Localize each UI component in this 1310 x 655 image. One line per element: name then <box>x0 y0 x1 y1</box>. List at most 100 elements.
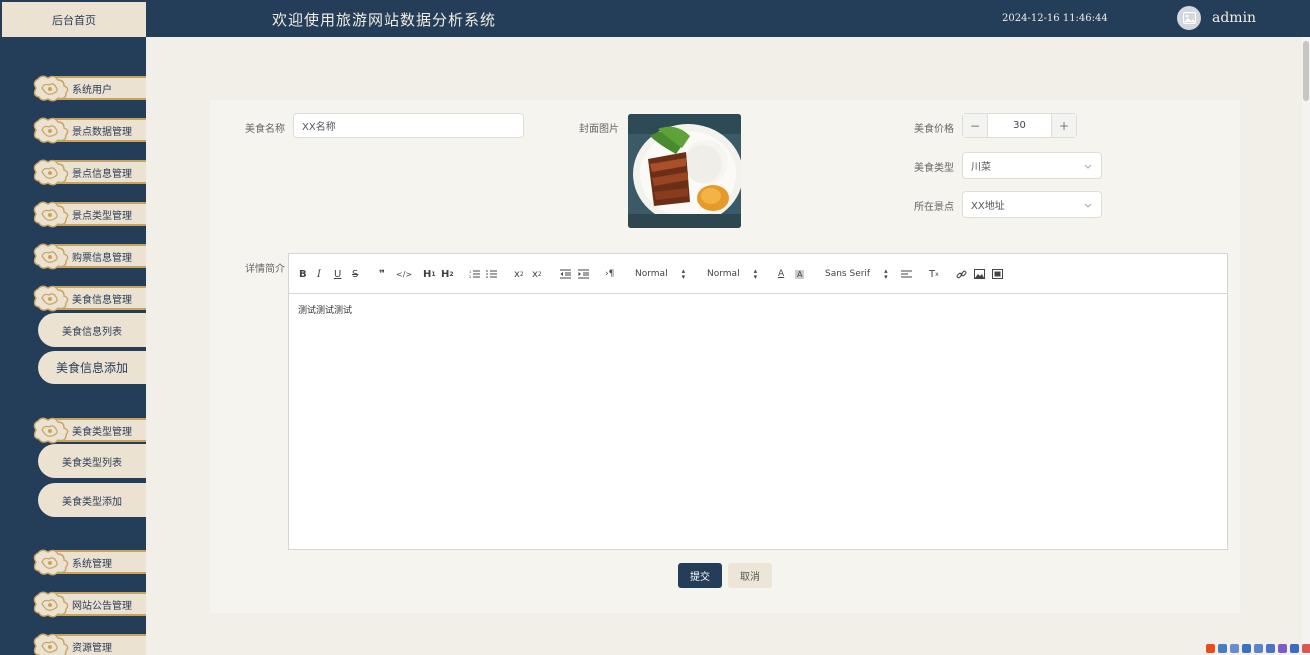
svg-text:2: 2 <box>469 275 471 279</box>
ime-icon[interactable] <box>1206 644 1215 653</box>
cloud-ornament-icon <box>33 285 69 312</box>
food-photo <box>628 114 741 228</box>
spot-select[interactable]: XX地址 <box>962 191 1102 218</box>
avatar[interactable] <box>1177 6 1201 30</box>
sidebar-item-food-info[interactable]: 美食信息管理 <box>30 282 146 314</box>
code-icon[interactable]: </> <box>396 267 412 281</box>
sidebar-item-ticket-info[interactable]: 购票信息管理 <box>30 240 146 272</box>
system-tray <box>1206 642 1310 655</box>
menu-icon[interactable] <box>1266 644 1275 653</box>
editor-content[interactable]: 测试测试测试 <box>289 294 1227 325</box>
sidebar-item-label: 系统用户 <box>72 84 112 96</box>
increase-button[interactable]: + <box>1051 114 1076 137</box>
sidebar-item-notice-manage[interactable]: 网站公告管理 <box>30 588 146 620</box>
sidebar: 系统用户景点数据管理景点信息管理景点类型管理购票信息管理美食信息管理美食类型管理… <box>0 37 146 655</box>
top-header: 后台首页 欢迎使用旅游网站数据分析系统 2024-12-16 11:46:44 … <box>0 0 1310 37</box>
punct-icon[interactable] <box>1230 644 1239 653</box>
sidebar-item-label: 资源管理 <box>72 642 112 654</box>
page-scrollbar[interactable] <box>1302 37 1310 655</box>
type-value: 川菜 <box>971 162 991 173</box>
submit-button[interactable]: 提交 <box>678 563 722 588</box>
cloud-ornament-icon <box>33 75 69 102</box>
type-label: 美食类型 <box>914 163 954 174</box>
lang-icon[interactable] <box>1218 644 1227 653</box>
mic-icon[interactable] <box>1242 644 1251 653</box>
font-select[interactable]: Sans Serif ▴ ▾ <box>825 267 888 281</box>
username[interactable]: admin <box>1212 10 1256 26</box>
type-select[interactable]: 川菜 <box>962 152 1102 179</box>
cover-image[interactable] <box>628 114 741 228</box>
sidebar-item-food-type[interactable]: 美食类型管理 <box>30 414 146 446</box>
keyboard-icon[interactable] <box>1254 644 1263 653</box>
sidebar-subitem-foodtype-list[interactable]: 美食类型列表 <box>38 444 146 478</box>
detail-label: 详情简介 <box>245 264 285 275</box>
size-select[interactable]: Normal ▴ ▾ <box>707 267 757 281</box>
scrollbar-thumb[interactable] <box>1303 41 1309 101</box>
superscript-icon[interactable]: x2 <box>532 267 542 281</box>
name-input[interactable]: XX名称 <box>293 113 524 138</box>
editor-toolbar: B I U S ❞ </> H1 H2 12 x2 x2 ›¶ Normal ▴… <box>289 254 1227 294</box>
background-color-icon[interactable]: A <box>795 267 805 281</box>
sidebar-item-scenic-info[interactable]: 景点信息管理 <box>30 156 146 188</box>
image-icon[interactable] <box>974 267 985 281</box>
cover-label: 封面图片 <box>579 124 619 135</box>
font-color-icon[interactable]: A <box>778 267 784 281</box>
sidebar-item-scenic-data[interactable]: 景点数据管理 <box>30 114 146 146</box>
underline-icon[interactable]: U <box>334 267 341 281</box>
chevron-down-icon <box>1084 203 1092 208</box>
cloud-ornament-icon <box>33 117 69 144</box>
h2-icon[interactable]: H2 <box>441 267 454 281</box>
cancel-button[interactable]: 取消 <box>728 563 772 588</box>
decrease-button[interactable]: − <box>963 114 988 137</box>
sidebar-item-scenic-type[interactable]: 景点类型管理 <box>30 198 146 230</box>
cloud-ornament-icon <box>33 549 69 576</box>
subscript-icon[interactable]: x2 <box>514 267 524 281</box>
sidebar-item-label: 购票信息管理 <box>72 252 132 264</box>
text-direction-icon[interactable]: ›¶ <box>605 267 614 281</box>
sidebar-subitem-foodtype-add[interactable]: 美食类型添加 <box>38 483 146 517</box>
video-icon[interactable] <box>992 267 1003 281</box>
sidebar-item-label: 景点信息管理 <box>72 168 132 180</box>
sidebar-item-label: 网站公告管理 <box>72 600 132 612</box>
sidebar-item-resource-manage[interactable]: 资源管理 <box>30 630 146 655</box>
price-value[interactable]: 30 <box>988 114 1051 137</box>
home-tab[interactable]: 后台首页 <box>2 2 146 37</box>
cloud-ornament-icon <box>33 243 69 270</box>
name-label: 美食名称 <box>245 124 285 135</box>
sidebar-item-system-users[interactable]: 系统用户 <box>30 72 146 104</box>
spot-value: XX地址 <box>971 201 1005 212</box>
strike-icon[interactable]: S <box>352 267 358 281</box>
sidebar-subitem-food-add[interactable]: 美食信息添加 <box>38 351 146 384</box>
link-icon[interactable] <box>956 267 967 281</box>
h1-icon[interactable]: H1 <box>423 267 436 281</box>
sidebar-item-label: 美食类型管理 <box>72 426 132 438</box>
cloud-ornament-icon <box>33 633 69 655</box>
align-icon[interactable] <box>901 267 912 281</box>
bullet-list-icon[interactable] <box>486 267 497 281</box>
image-placeholder-icon <box>1182 12 1196 24</box>
bold-icon[interactable]: B <box>299 267 307 281</box>
clear-format-icon[interactable]: Tx <box>929 267 939 281</box>
skin-icon[interactable] <box>1278 644 1287 653</box>
ordered-list-icon[interactable]: 12 <box>469 267 480 281</box>
rich-text-editor: B I U S ❞ </> H1 H2 12 x2 x2 ›¶ Normal ▴… <box>288 253 1228 550</box>
price-label: 美食价格 <box>914 124 954 135</box>
cloud-ornament-icon <box>33 159 69 186</box>
outdent-icon[interactable] <box>560 267 571 281</box>
cloud-ornament-icon <box>33 591 69 618</box>
app-title: 欢迎使用旅游网站数据分析系统 <box>272 11 497 29</box>
cloud-ornament-icon <box>33 201 69 228</box>
price-stepper: − 30 + <box>962 113 1077 138</box>
grid-icon[interactable] <box>1290 644 1299 653</box>
italic-icon[interactable]: I <box>317 267 321 281</box>
sidebar-subitem-food-list[interactable]: 美食信息列表 <box>38 313 146 347</box>
settings-icon[interactable] <box>1302 644 1310 653</box>
blockquote-icon[interactable]: ❞ <box>379 267 385 281</box>
chevron-down-icon <box>1084 164 1092 169</box>
indent-icon[interactable] <box>578 267 589 281</box>
sidebar-item-label: 系统管理 <box>72 558 112 570</box>
header-select[interactable]: Normal ▴ ▾ <box>635 267 685 281</box>
sidebar-item-system-manage[interactable]: 系统管理 <box>30 546 146 578</box>
form-card: 美食名称 XX名称 封面图片 美食价格 − 30 + 美食类型 川菜 所在景点 … <box>210 100 1240 613</box>
spot-label: 所在景点 <box>914 202 954 213</box>
